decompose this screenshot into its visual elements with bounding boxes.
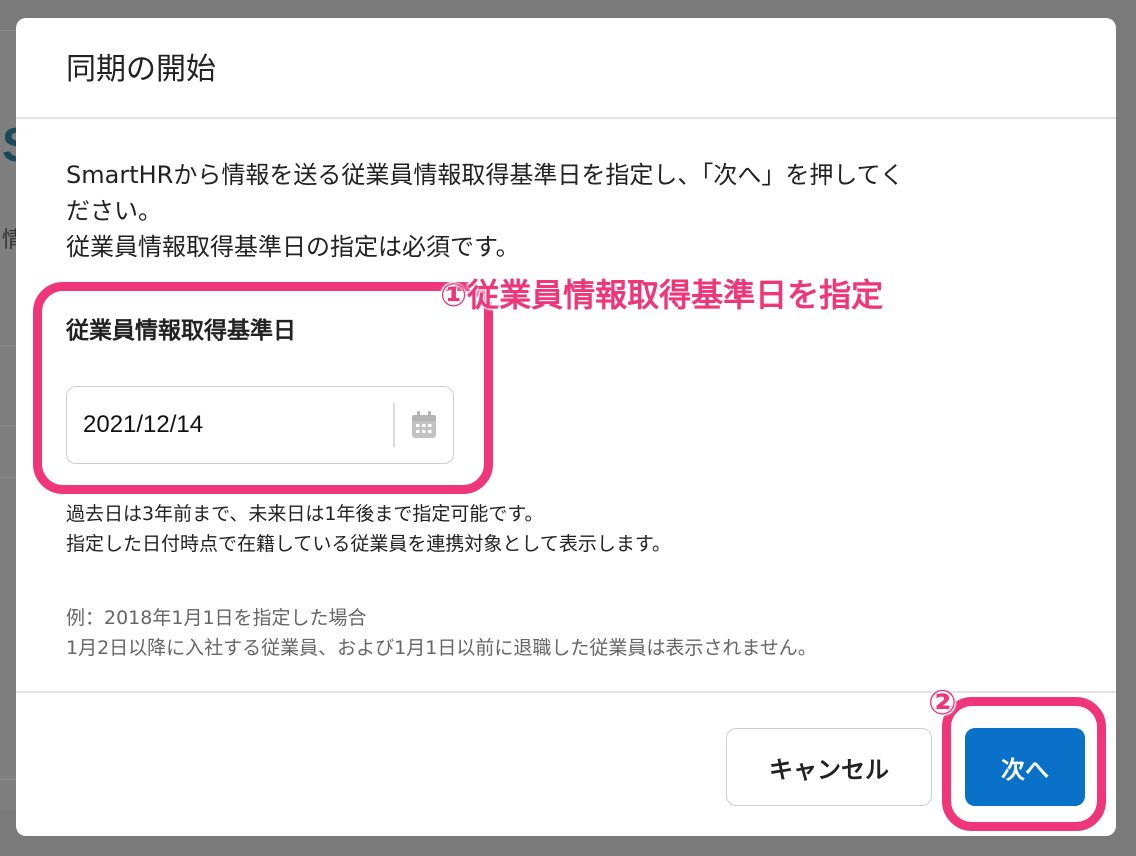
dialog-header: 同期の開始 <box>16 18 1116 119</box>
example-note: 例：2018年1月1日を指定した場合 1月2日以降に入社する従業員、および1月1… <box>66 603 817 663</box>
cancel-button[interactable]: キャンセル <box>726 728 932 806</box>
date-input-wrapper <box>66 386 454 464</box>
reference-date-label: 従業員情報取得基準日 <box>66 318 296 344</box>
description-line: ださい。 <box>66 197 162 225</box>
dialog-title: 同期の開始 <box>66 51 216 87</box>
help-line: 過去日は3年前まで、未来日は1年後まで指定可能です。 <box>66 503 544 525</box>
example-line: 例：2018年1月1日を指定した場合 <box>66 607 367 629</box>
annotation-step1: ①従業員情報取得基準日を指定 <box>440 276 884 314</box>
calendar-icon[interactable] <box>395 387 453 463</box>
dialog-body: SmartHRから情報を送る従業員情報取得基準日を指定し、「次へ」を押してく だ… <box>16 119 1116 692</box>
next-button[interactable]: 次へ <box>965 728 1085 806</box>
reference-date-field: 従業員情報取得基準日 <box>66 311 456 464</box>
help-line: 指定した日付時点で在籍している従業員を連携対象として表示します。 <box>66 533 671 555</box>
date-range-help: 過去日は3年前まで、未来日は1年後まで指定可能です。 指定した日付時点で在籍して… <box>66 499 671 559</box>
description-line: SmartHRから情報を送る従業員情報取得基準日を指定し、「次へ」を押してく <box>66 161 904 189</box>
example-line: 1月2日以降に入社する従業員、および1月1日以前に退職した従業員は表示されません… <box>66 637 817 659</box>
description-line: 従業員情報取得基準日の指定は必須です。 <box>66 233 520 261</box>
reference-date-input[interactable] <box>67 411 393 439</box>
dialog-description: SmartHRから情報を送る従業員情報取得基準日を指定し、「次へ」を押してく だ… <box>66 157 1066 265</box>
annotation-step2: ② <box>928 683 957 723</box>
